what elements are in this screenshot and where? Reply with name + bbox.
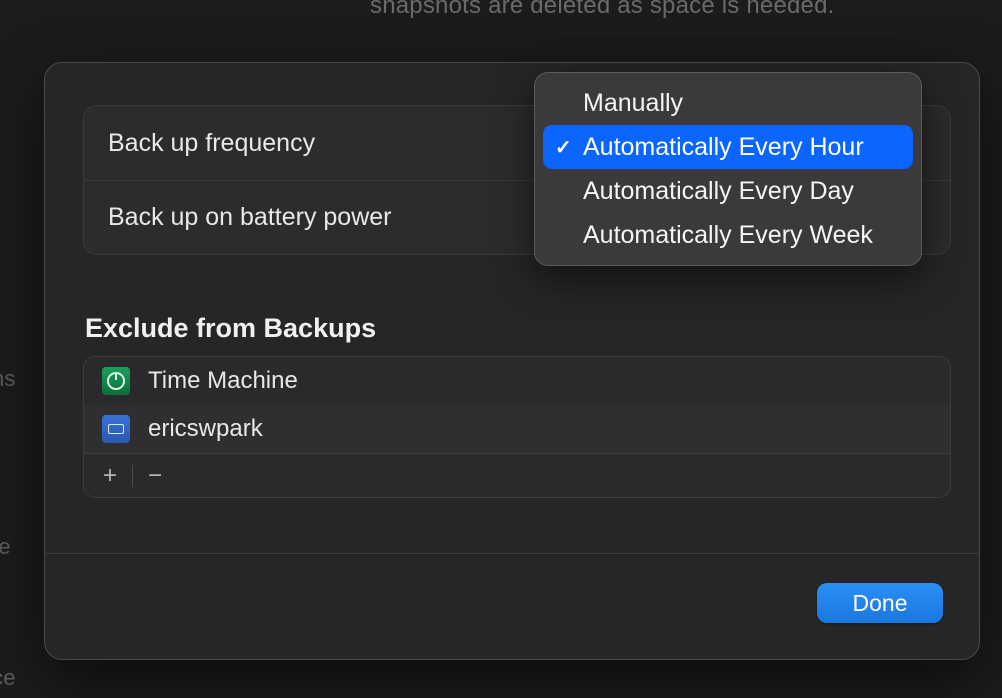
option-label: Automatically Every Hour xyxy=(583,133,864,162)
frequency-option-hourly[interactable]: ✓ Automatically Every Hour xyxy=(543,125,913,169)
frequency-dropdown: Manually ✓ Automatically Every Hour Auto… xyxy=(534,72,922,266)
footer-divider xyxy=(132,465,133,487)
backup-on-battery-label: Back up on battery power xyxy=(108,203,392,232)
frequency-option-manually[interactable]: Manually xyxy=(543,81,913,125)
exclude-item-label: ericswpark xyxy=(148,415,263,443)
option-label: Manually xyxy=(583,89,683,118)
background-sidebar-fragment: ns xyxy=(0,366,16,392)
frequency-option-weekly[interactable]: Automatically Every Week xyxy=(543,213,913,257)
add-exclude-button[interactable]: + xyxy=(94,460,126,492)
server-disk-icon xyxy=(102,415,130,443)
backup-frequency-label: Back up frequency xyxy=(108,129,315,158)
minus-icon: − xyxy=(148,462,162,490)
frequency-option-daily[interactable]: Automatically Every Day xyxy=(543,169,913,213)
option-label: Automatically Every Week xyxy=(583,221,873,250)
exclude-item[interactable]: ericswpark xyxy=(84,405,950,453)
plus-icon: + xyxy=(103,462,117,490)
exclude-section-header: Exclude from Backups xyxy=(83,313,951,344)
done-button[interactable]: Done xyxy=(817,583,943,623)
checkmark-icon: ✓ xyxy=(555,135,572,160)
option-label: Automatically Every Day xyxy=(583,177,854,206)
exclude-item[interactable]: Time Machine xyxy=(84,357,950,405)
remove-exclude-button[interactable]: − xyxy=(139,460,171,492)
background-sidebar-fragment: ce xyxy=(0,665,16,691)
exclude-list-footer: + − xyxy=(84,453,950,497)
exclude-item-label: Time Machine xyxy=(148,367,298,395)
background-text: snapshots are deleted as space is needed… xyxy=(370,0,835,20)
background-sidebar-fragment: ne xyxy=(0,534,11,560)
sheet-divider xyxy=(45,553,979,554)
time-machine-disk-icon xyxy=(102,367,130,395)
exclude-list: Time Machine ericswpark + − xyxy=(83,356,951,498)
